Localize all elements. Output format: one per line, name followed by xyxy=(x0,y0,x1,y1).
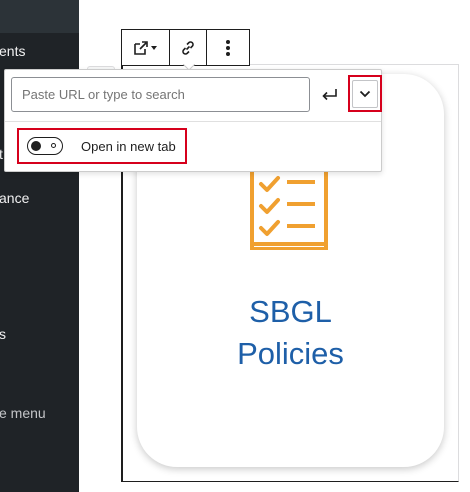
link-icon xyxy=(182,40,194,55)
toggle-off-indicator xyxy=(51,143,56,148)
more-options-button[interactable] xyxy=(207,30,249,65)
sidebar-item-settings[interactable]: s xyxy=(0,326,6,342)
popover-divider xyxy=(5,121,381,122)
submit-link-button[interactable] xyxy=(314,79,346,111)
sidebar-item-comments[interactable]: ents xyxy=(0,43,25,59)
url-search-input[interactable] xyxy=(11,77,310,112)
open-in-new-tab-setting[interactable]: Open in new tab xyxy=(17,128,187,164)
sidebar-top-band xyxy=(0,0,79,33)
link-settings-toggle-button[interactable] xyxy=(348,75,382,112)
card-title-line2: Policies xyxy=(237,336,344,371)
external-link-icon xyxy=(133,40,157,55)
block-toolbar xyxy=(121,29,250,66)
link-settings-toggle-inner xyxy=(352,79,378,108)
card-title-line1: SBGL xyxy=(249,294,332,329)
more-vertical-icon xyxy=(226,39,230,56)
open-in-new-tab-toggle[interactable] xyxy=(27,137,63,155)
external-link-button[interactable] xyxy=(122,30,170,65)
sidebar-item-appearance[interactable]: ance xyxy=(0,190,29,206)
chevron-down-icon xyxy=(359,90,371,97)
link-popover: Open in new tab xyxy=(4,69,382,172)
toggle-thumb xyxy=(31,140,41,151)
link-button[interactable] xyxy=(170,30,207,65)
sidebar-collapse-menu[interactable]: e menu xyxy=(0,405,46,421)
open-in-new-tab-label: Open in new tab xyxy=(81,138,176,154)
sidebar-item-partial[interactable]: t xyxy=(0,146,3,162)
enter-icon xyxy=(322,89,337,101)
